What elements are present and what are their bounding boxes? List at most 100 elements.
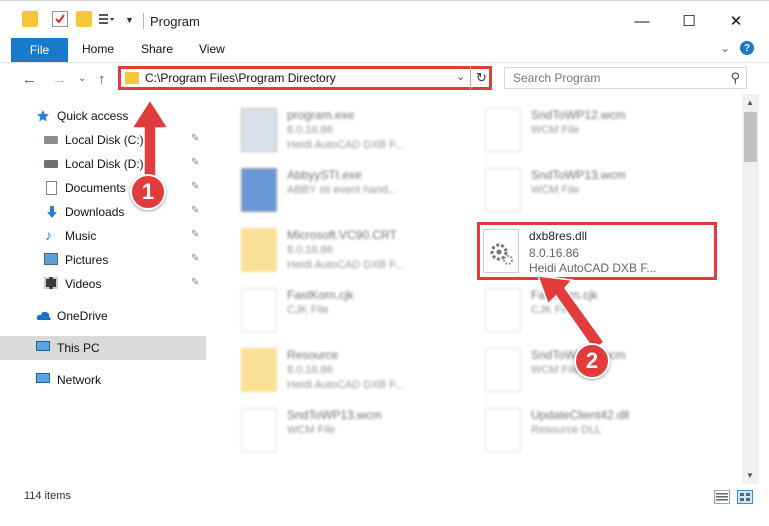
file-name: Resource bbox=[287, 348, 339, 362]
file-name: SndToWP13.wcm bbox=[287, 408, 382, 422]
file-name: UpdateClient42.dll bbox=[531, 408, 630, 422]
pin-icon[interactable]: ✎ bbox=[191, 157, 199, 168]
refresh-button[interactable]: ↻ bbox=[470, 66, 492, 90]
close-button[interactable]: ✕ bbox=[713, 1, 759, 41]
sidebar-item-videos[interactable]: Videos ✎ bbox=[0, 272, 206, 296]
pin-icon[interactable]: ✎ bbox=[191, 229, 199, 240]
file-name: program.exe bbox=[287, 108, 355, 122]
scroll-down-icon[interactable]: ▼ bbox=[746, 471, 754, 480]
expand-ribbon-icon[interactable]: ⌄ bbox=[720, 41, 730, 55]
sidebar-item-label: OneDrive bbox=[57, 309, 108, 323]
new-folder-icon[interactable] bbox=[76, 11, 92, 27]
sidebar-item-label: Videos bbox=[65, 277, 102, 291]
file-detail: Heidi AutoCAD DXB F... bbox=[287, 139, 404, 151]
step-2-badge: 2 bbox=[574, 343, 610, 379]
file-detail: 8.0.16.86 bbox=[287, 364, 333, 376]
tab-view[interactable]: View bbox=[199, 42, 225, 56]
file-item-abbyysti[interactable]: AbbyySTI.exe ABBY sti event hand... bbox=[235, 162, 475, 218]
file-item-dxb8res-dll[interactable]: dxb8res.dll 8.0.16.86 Heidi AutoCAD DXB … bbox=[477, 222, 717, 280]
recent-locations-button[interactable]: ⌄ bbox=[78, 73, 86, 84]
pin-icon[interactable]: ✎ bbox=[191, 133, 199, 144]
folder-icon bbox=[22, 11, 38, 27]
tab-file[interactable]: File bbox=[11, 38, 68, 62]
file-item-resource[interactable]: Resource 8.0.16.86 Heidi AutoCAD DXB F..… bbox=[235, 342, 475, 398]
document-icon bbox=[485, 348, 521, 392]
sidebar-item-onedrive[interactable]: OneDrive bbox=[0, 304, 206, 328]
address-bar[interactable]: C:\Program Files\Program Directory ⌄ ↻ bbox=[118, 66, 492, 90]
title-separator bbox=[143, 13, 144, 29]
sidebar-item-documents[interactable]: Documents ✎ bbox=[0, 176, 206, 200]
folder-icon bbox=[241, 348, 277, 392]
step-1-badge: 1 bbox=[130, 174, 166, 210]
sidebar-item-local-disk-d[interactable]: Local Disk (D:) ✎ bbox=[0, 152, 206, 176]
exe-icon bbox=[241, 108, 277, 152]
folder-icon bbox=[125, 72, 139, 84]
file-detail: Heidi AutoCAD DXB F... bbox=[529, 261, 657, 275]
address-path[interactable]: C:\Program Files\Program Directory bbox=[145, 71, 336, 85]
customize-qa-icon[interactable] bbox=[98, 11, 114, 27]
file-item-program-exe[interactable]: program.exe 8.0.16.86 Heidi AutoCAD DXB … bbox=[235, 102, 475, 158]
file-item-sndtowp13[interactable]: SndToWP13.wcm WCM File bbox=[479, 162, 719, 218]
file-detail: ABBY sti event hand... bbox=[287, 184, 397, 196]
music-icon: ♪ bbox=[45, 227, 52, 243]
videos-icon bbox=[44, 277, 58, 289]
back-button[interactable]: ← bbox=[22, 71, 37, 88]
document-icon bbox=[485, 108, 521, 152]
search-icon[interactable]: ⚲ bbox=[730, 70, 740, 86]
document-icon bbox=[241, 408, 277, 452]
file-item-microsoft-vc90[interactable]: Microsoft.VC90.CRT 8.0.16.86 Heidi AutoC… bbox=[235, 222, 475, 278]
scroll-up-icon[interactable]: ▲ bbox=[746, 98, 754, 107]
up-button[interactable]: ↑ bbox=[98, 71, 106, 88]
document-icon bbox=[241, 288, 277, 332]
pin-icon[interactable]: ✎ bbox=[191, 205, 199, 216]
sidebar-item-pictures[interactable]: Pictures ✎ bbox=[0, 248, 206, 272]
file-list: program.exe 8.0.16.86 Heidi AutoCAD DXB … bbox=[207, 94, 742, 484]
file-detail: 8.0.16.86 bbox=[287, 244, 333, 256]
search-placeholder: Search Program bbox=[513, 71, 601, 85]
forward-button[interactable]: → bbox=[52, 71, 67, 88]
sidebar-item-label: Local Disk (D:) bbox=[65, 157, 144, 171]
sidebar-item-label: Documents bbox=[65, 181, 126, 195]
large-icons-view-icon[interactable] bbox=[737, 490, 753, 504]
window-title: Program bbox=[150, 14, 200, 29]
tab-share[interactable]: Share bbox=[141, 42, 173, 56]
file-name: SndToWP12.wcm bbox=[531, 108, 626, 122]
vertical-scrollbar[interactable]: ▲ ▼ bbox=[742, 94, 759, 484]
sidebar-item-network[interactable]: Network bbox=[0, 368, 206, 392]
file-item-sndtowp12[interactable]: SndToWP12.wcm WCM File bbox=[479, 102, 719, 158]
file-detail: 8.0.16.86 bbox=[287, 124, 333, 136]
properties-icon[interactable] bbox=[52, 11, 68, 27]
sidebar-item-music[interactable]: ♪ Music ✎ bbox=[0, 224, 206, 248]
scrollbar-thumb[interactable] bbox=[744, 112, 757, 162]
pin-icon[interactable]: ✎ bbox=[191, 253, 199, 264]
file-item-updateclient42[interactable]: UpdateClient42.dll Resource DLL bbox=[479, 402, 719, 458]
sidebar-item-quick-access[interactable]: Quick access bbox=[0, 104, 206, 128]
file-detail: WCM File bbox=[531, 184, 580, 196]
title-bar: ▼ Program — ☐ ✕ bbox=[0, 0, 769, 40]
search-input[interactable]: Search Program ⚲ bbox=[504, 67, 747, 89]
sidebar-item-label: Pictures bbox=[65, 253, 109, 267]
ribbon bbox=[0, 40, 769, 62]
file-detail: Heidi AutoCAD DXB F... bbox=[287, 259, 404, 271]
minimize-button[interactable]: — bbox=[619, 1, 665, 41]
pin-icon[interactable]: ✎ bbox=[191, 181, 199, 192]
file-detail: CJK File bbox=[531, 304, 573, 316]
sidebar-item-downloads[interactable]: Downloads ✎ bbox=[0, 200, 206, 224]
tab-home[interactable]: Home bbox=[82, 42, 114, 56]
file-item-sndtowp13-3[interactable]: SndToWP13.wcm WCM File bbox=[235, 402, 475, 458]
file-detail: Resource DLL bbox=[531, 424, 602, 436]
maximize-button[interactable]: ☐ bbox=[666, 1, 712, 41]
help-icon[interactable]: ? bbox=[740, 41, 754, 55]
address-dropdown-icon[interactable]: ⌄ bbox=[456, 70, 465, 83]
sidebar-item-label: This PC bbox=[57, 341, 100, 355]
pin-icon[interactable]: ✎ bbox=[191, 277, 199, 288]
star-icon bbox=[36, 109, 50, 123]
file-item-fastkorn[interactable]: FastKorn.cjk CJK File bbox=[235, 282, 475, 338]
sidebar-item-local-disk-c[interactable]: Local Disk (C:) ✎ bbox=[0, 128, 206, 152]
network-icon bbox=[36, 373, 50, 383]
file-detail: Heidi AutoCAD DXB F... bbox=[287, 379, 404, 391]
details-view-icon[interactable] bbox=[714, 490, 730, 504]
sidebar-item-this-pc[interactable]: This PC bbox=[0, 336, 206, 360]
dropdown-icon[interactable]: ▼ bbox=[125, 15, 141, 31]
file-item-fastkorn-2[interactable]: FastKorn.cjk CJK File bbox=[479, 282, 719, 338]
